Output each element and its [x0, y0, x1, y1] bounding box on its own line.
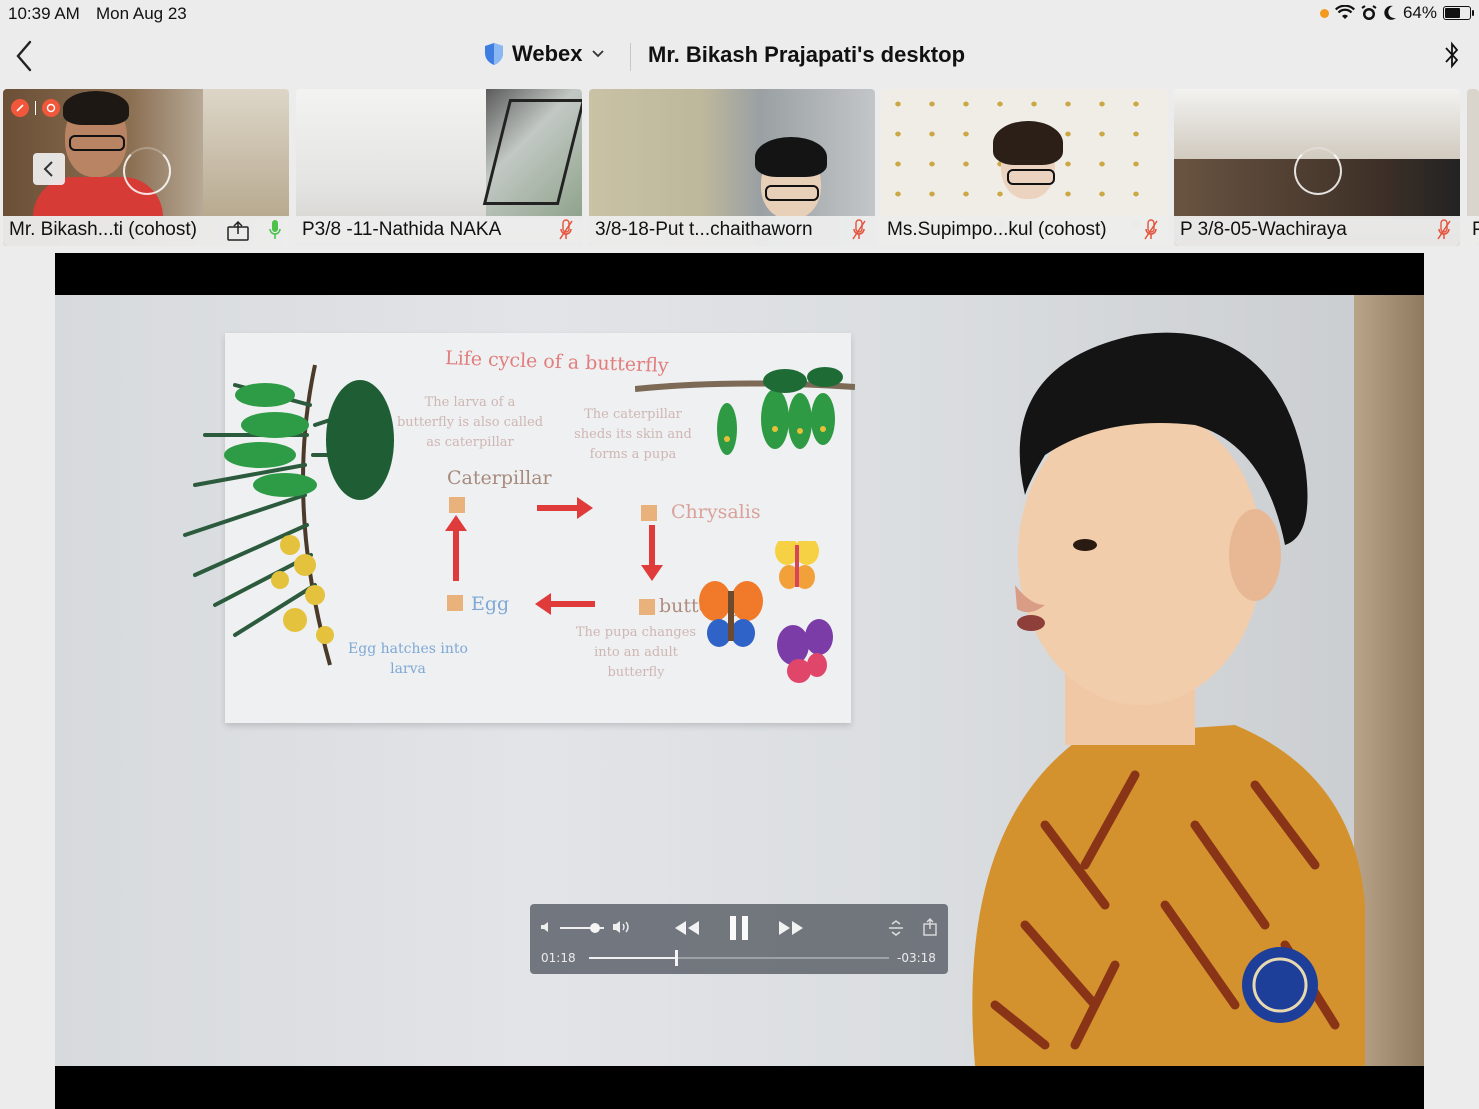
participant-name-bar: Ms.Supimpo...kul (cohost) [881, 216, 1167, 246]
arrow-head [641, 565, 663, 581]
fast-forward-icon[interactable] [778, 919, 804, 937]
participant-tile[interactable]: 3/8-18-Put t...chaithaworn [589, 89, 875, 246]
bluetooth-icon [1445, 41, 1459, 69]
share-icon[interactable] [923, 918, 937, 936]
alarm-icon [1361, 5, 1377, 20]
participant-tile[interactable]: P3/8 -11-Nathida NAKA [296, 89, 582, 246]
rewind-icon[interactable] [674, 919, 700, 937]
status-bar: 10:39 AM Mon Aug 23 64% [0, 0, 1479, 28]
nav-divider [630, 43, 631, 71]
poster-note: The larva of a butterfly is also called … [396, 395, 544, 450]
wifi-icon [1334, 5, 1355, 19]
arrow-down [649, 525, 655, 569]
arrow-left [551, 601, 595, 607]
scrubber-knob[interactable] [675, 950, 678, 966]
loading-spinner [123, 147, 171, 195]
participant-name: Mr. Bikash...ti (cohost) [9, 219, 197, 240]
bluetooth-button[interactable] [1443, 38, 1461, 77]
strip-previous-button[interactable] [33, 153, 65, 185]
arrow-head [535, 593, 551, 615]
stage-label: Egg [471, 593, 510, 615]
record-icon [42, 99, 60, 117]
participant-name: Ms.Supimpo...kul (cohost) [887, 219, 1107, 240]
mic-muted-icon [1437, 219, 1451, 240]
participant-tile[interactable]: Ms.Supimpo...kul (cohost) [881, 89, 1167, 246]
pause-icon[interactable] [728, 915, 750, 941]
participant-name-bar: P3/8 -11-Nathida NAKA [296, 216, 582, 246]
mic-muted-icon [559, 219, 573, 240]
participant-name-bar: P 3/8-05-Wachiraya [1174, 216, 1460, 246]
arrow-right [537, 505, 581, 511]
participant-name-bar: Mr. Bikash...ti (cohost) [3, 216, 289, 246]
participant-tile[interactable]: P [1467, 89, 1479, 246]
participant-tile[interactable]: P 3/8-05-Wachiraya [1174, 89, 1460, 246]
page-title: Mr. Bikash Prajapati's desktop [648, 42, 966, 67]
loading-spinner [1294, 147, 1342, 195]
host-badges [11, 99, 60, 117]
stage-label: Caterpillar [447, 467, 552, 489]
participant-name: P3/8 -11-Nathida NAKA [302, 219, 502, 240]
arrow-head [577, 497, 593, 519]
battery-icon [1443, 6, 1474, 20]
video-player-controls[interactable]: 01:18 -03:18 [530, 904, 948, 974]
mic-on-icon [269, 220, 281, 239]
elapsed-time: 01:18 [541, 951, 576, 965]
back-icon [16, 40, 32, 72]
mic-muted-icon [1144, 219, 1158, 240]
volume-slider[interactable] [560, 923, 604, 933]
arrow-up [453, 529, 459, 581]
mic-in-use-dot-icon [1319, 8, 1329, 18]
participant-name: P [1472, 219, 1479, 240]
branch-model [635, 367, 855, 455]
shared-video[interactable]: Life cycle of a butterfly The larva of a… [55, 253, 1424, 1109]
volume-knob[interactable] [590, 923, 601, 933]
shield-icon [485, 43, 503, 65]
battery-percent: 64% [1402, 3, 1437, 22]
remaining-time: -03:18 [897, 951, 936, 965]
nav-bar: Webex Mr. Bikash Prajapati's desktop [0, 28, 1479, 86]
arrow-head [445, 515, 467, 531]
captions-icon[interactable] [887, 920, 905, 936]
poster-note: The pupa changes into an adult butterfly [575, 625, 697, 680]
stage-label: Chrysalis [671, 501, 761, 523]
chevron-down-icon [591, 50, 604, 58]
sharing-icon [227, 221, 249, 241]
participant-name-bar: P [1467, 216, 1479, 246]
chevron-left-icon [43, 161, 53, 177]
back-button[interactable] [12, 38, 42, 74]
mic-muted-icon [852, 219, 866, 240]
volume-high-icon[interactable] [612, 919, 634, 935]
webex-menu[interactable]: Webex [484, 41, 605, 67]
participant-strip: Mr. Bikash...ti (cohost) P3/8 -11-Nathid… [0, 88, 1479, 248]
participant-name: 3/8-18-Put t...chaithaworn [595, 219, 813, 240]
participant-name: P 3/8-05-Wachiraya [1180, 219, 1347, 240]
recording-badge-icon [11, 99, 29, 117]
butterfly-models [699, 541, 833, 683]
participant-name-bar: 3/8-18-Put t...chaithaworn [589, 216, 875, 246]
moon-icon [1384, 5, 1396, 20]
webex-label: Webex [512, 41, 583, 66]
scrubber[interactable] [589, 950, 889, 966]
participant-tile[interactable]: Mr. Bikash...ti (cohost) [3, 89, 289, 246]
volume-low-icon[interactable] [540, 920, 554, 934]
fern-model [183, 364, 394, 666]
status-indicators: 64% [1319, 3, 1474, 23]
presenter-child [972, 332, 1365, 1066]
status-date: Mon Aug 23 [96, 4, 187, 23]
status-time: 10:39 AM [8, 4, 80, 23]
